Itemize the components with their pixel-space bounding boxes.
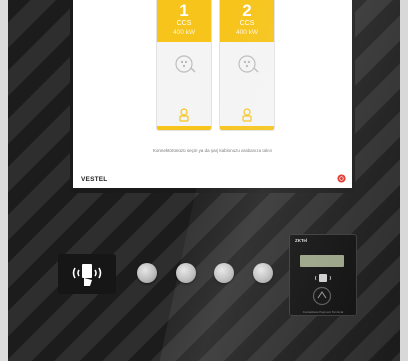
rfid-card-area[interactable]: [58, 254, 116, 294]
terminal-caption: Contactless Payment Terminal: [302, 310, 344, 314]
terminal-brand: ZKTel: [295, 238, 308, 243]
rfid-card-icon: [72, 264, 102, 286]
connector-number: 2: [242, 1, 252, 20]
card-header: 2 CCS 400 kW: [220, 0, 274, 42]
terminal-display: [300, 255, 344, 267]
connector-power: 400 kW: [235, 29, 259, 36]
card-status-bar: [220, 126, 274, 130]
connector-number: 1: [179, 1, 189, 20]
contactless-icon: [315, 274, 331, 282]
screen-bezel: 1 CCS 400 kW 2 CCS 400 kW Konnektörünüzü…: [70, 0, 355, 193]
connector-button-2[interactable]: [176, 263, 196, 283]
instruction-text: Konnektörünüzü seçin ya da şarj kablonuz…: [152, 148, 273, 153]
card-header: 1 CCS 400 kW: [157, 0, 211, 42]
plug-icon: [175, 55, 196, 73]
connector-power: 400 kW: [172, 29, 196, 36]
touch-screen[interactable]: 1 CCS 400 kW 2 CCS 400 kW Konnektörünüzü…: [73, 0, 352, 188]
contactless-tap-icon: [312, 286, 332, 306]
plug-icon: [238, 55, 259, 73]
brand-logo: VESTEL: [81, 176, 108, 183]
right-frame-edge: [400, 0, 408, 361]
card-status-bar: [157, 126, 211, 130]
payment-terminal[interactable]: ZKTel Contactless Payment Terminal: [289, 234, 357, 316]
stop-icon[interactable]: [337, 174, 346, 183]
connector-card-2[interactable]: 2 CCS 400 kW: [219, 0, 275, 131]
charging-station-photo: 1 CCS 400 kW 2 CCS 400 kW Konnektörünüzü…: [0, 0, 408, 361]
connector-button-1[interactable]: [137, 263, 157, 283]
front-panel: 1 CCS 400 kW 2 CCS 400 kW Konnektörünüzü…: [8, 0, 400, 361]
connector-type: CCS: [176, 20, 192, 27]
user-icon: [179, 108, 189, 122]
connector-button-4[interactable]: [253, 263, 273, 283]
connector-type: CCS: [239, 20, 255, 27]
connector-card-1[interactable]: 1 CCS 400 kW: [156, 0, 212, 131]
left-frame-edge: [0, 0, 8, 361]
connector-button-3[interactable]: [214, 263, 234, 283]
user-icon: [242, 108, 252, 122]
